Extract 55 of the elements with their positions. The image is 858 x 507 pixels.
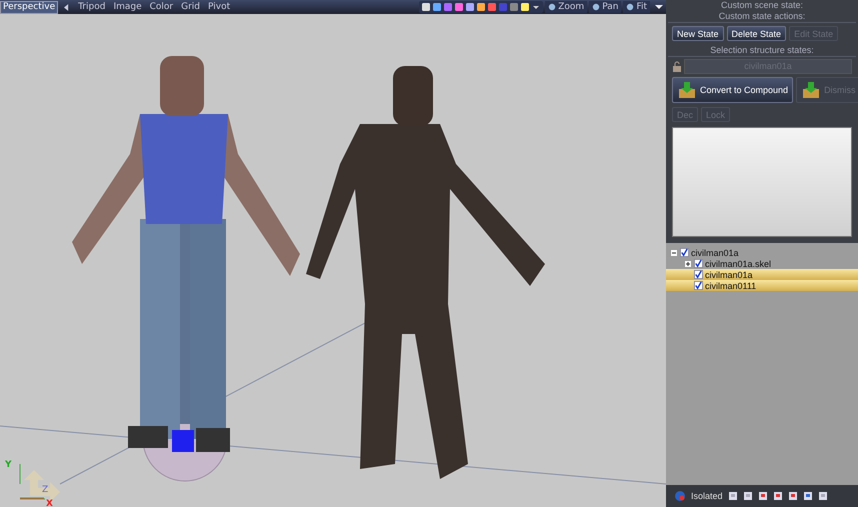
tree-label: civilman01a.skel [705, 258, 772, 268]
tool-icon[interactable] [421, 2, 432, 12]
tool-icon[interactable] [772, 491, 783, 501]
state-button[interactable]: Delete State [726, 26, 786, 41]
tool-icon[interactable] [758, 491, 768, 501]
expander-icon[interactable] [670, 248, 678, 256]
state-button[interactable]: New State [672, 26, 724, 41]
tool-icon[interactable] [454, 2, 464, 12]
tree-row[interactable]: civilman01a [666, 247, 858, 258]
view-tool-icon [548, 3, 556, 11]
tool-icon[interactable] [788, 491, 798, 501]
menu-item[interactable]: Tripod [75, 2, 108, 12]
tool-icon[interactable] [520, 2, 530, 12]
axis-label: X [46, 500, 53, 507]
section-heading: Custom state actions: [668, 10, 856, 23]
tool-icon[interactable] [465, 2, 476, 12]
checkbox[interactable] [694, 259, 703, 268]
checkbox[interactable] [694, 270, 703, 279]
menu-item[interactable]: Image [110, 2, 145, 12]
tool-icon[interactable] [818, 491, 828, 501]
view-button[interactable]: Pan [589, 1, 622, 13]
view-tool-icon [592, 3, 600, 11]
lock-icon[interactable] [672, 60, 682, 72]
menu-item[interactable]: Pivot [205, 2, 234, 12]
tree-label: civilman01a [691, 248, 739, 258]
tool-icon[interactable] [728, 491, 738, 501]
view-tool-icon [626, 3, 634, 11]
expander-icon[interactable] [684, 260, 692, 268]
tree-row[interactable]: civilman01a [666, 269, 858, 280]
checkbox[interactable] [694, 281, 703, 290]
section-heading: Custom scene state: [720, 0, 804, 10]
menu-item[interactable]: Color [146, 2, 176, 12]
checkbox[interactable] [680, 248, 689, 257]
tool-icon[interactable] [802, 491, 813, 501]
view-tab[interactable]: Perspective [0, 0, 58, 14]
view-button[interactable]: Zoom [545, 1, 588, 13]
menu-item[interactable]: Grid [178, 2, 204, 12]
axis-label: Y [5, 461, 12, 470]
axis-label: Z [42, 486, 48, 495]
view-button[interactable]: Fit [623, 1, 650, 13]
tree-row[interactable]: civilman01a.skel [666, 258, 858, 269]
section-heading: Selection structure states: [668, 44, 856, 57]
tree-row[interactable]: civilman0111 [666, 280, 858, 291]
box-arrow-icon [677, 81, 697, 99]
box-arrow-icon [801, 81, 822, 99]
state-list[interactable] [672, 127, 852, 237]
arrow-left-icon[interactable] [64, 4, 70, 10]
sphere-icon[interactable] [674, 490, 686, 502]
tool-icon[interactable] [432, 2, 442, 12]
action-button[interactable]: Convert to Compound [672, 77, 794, 103]
tool-icon[interactable] [742, 491, 753, 501]
isolated-label: Isolated [691, 491, 723, 501]
tool-icon[interactable] [476, 2, 486, 12]
tree-label: civilman01a [705, 270, 753, 280]
tree-label: civilman0111 [705, 280, 756, 290]
